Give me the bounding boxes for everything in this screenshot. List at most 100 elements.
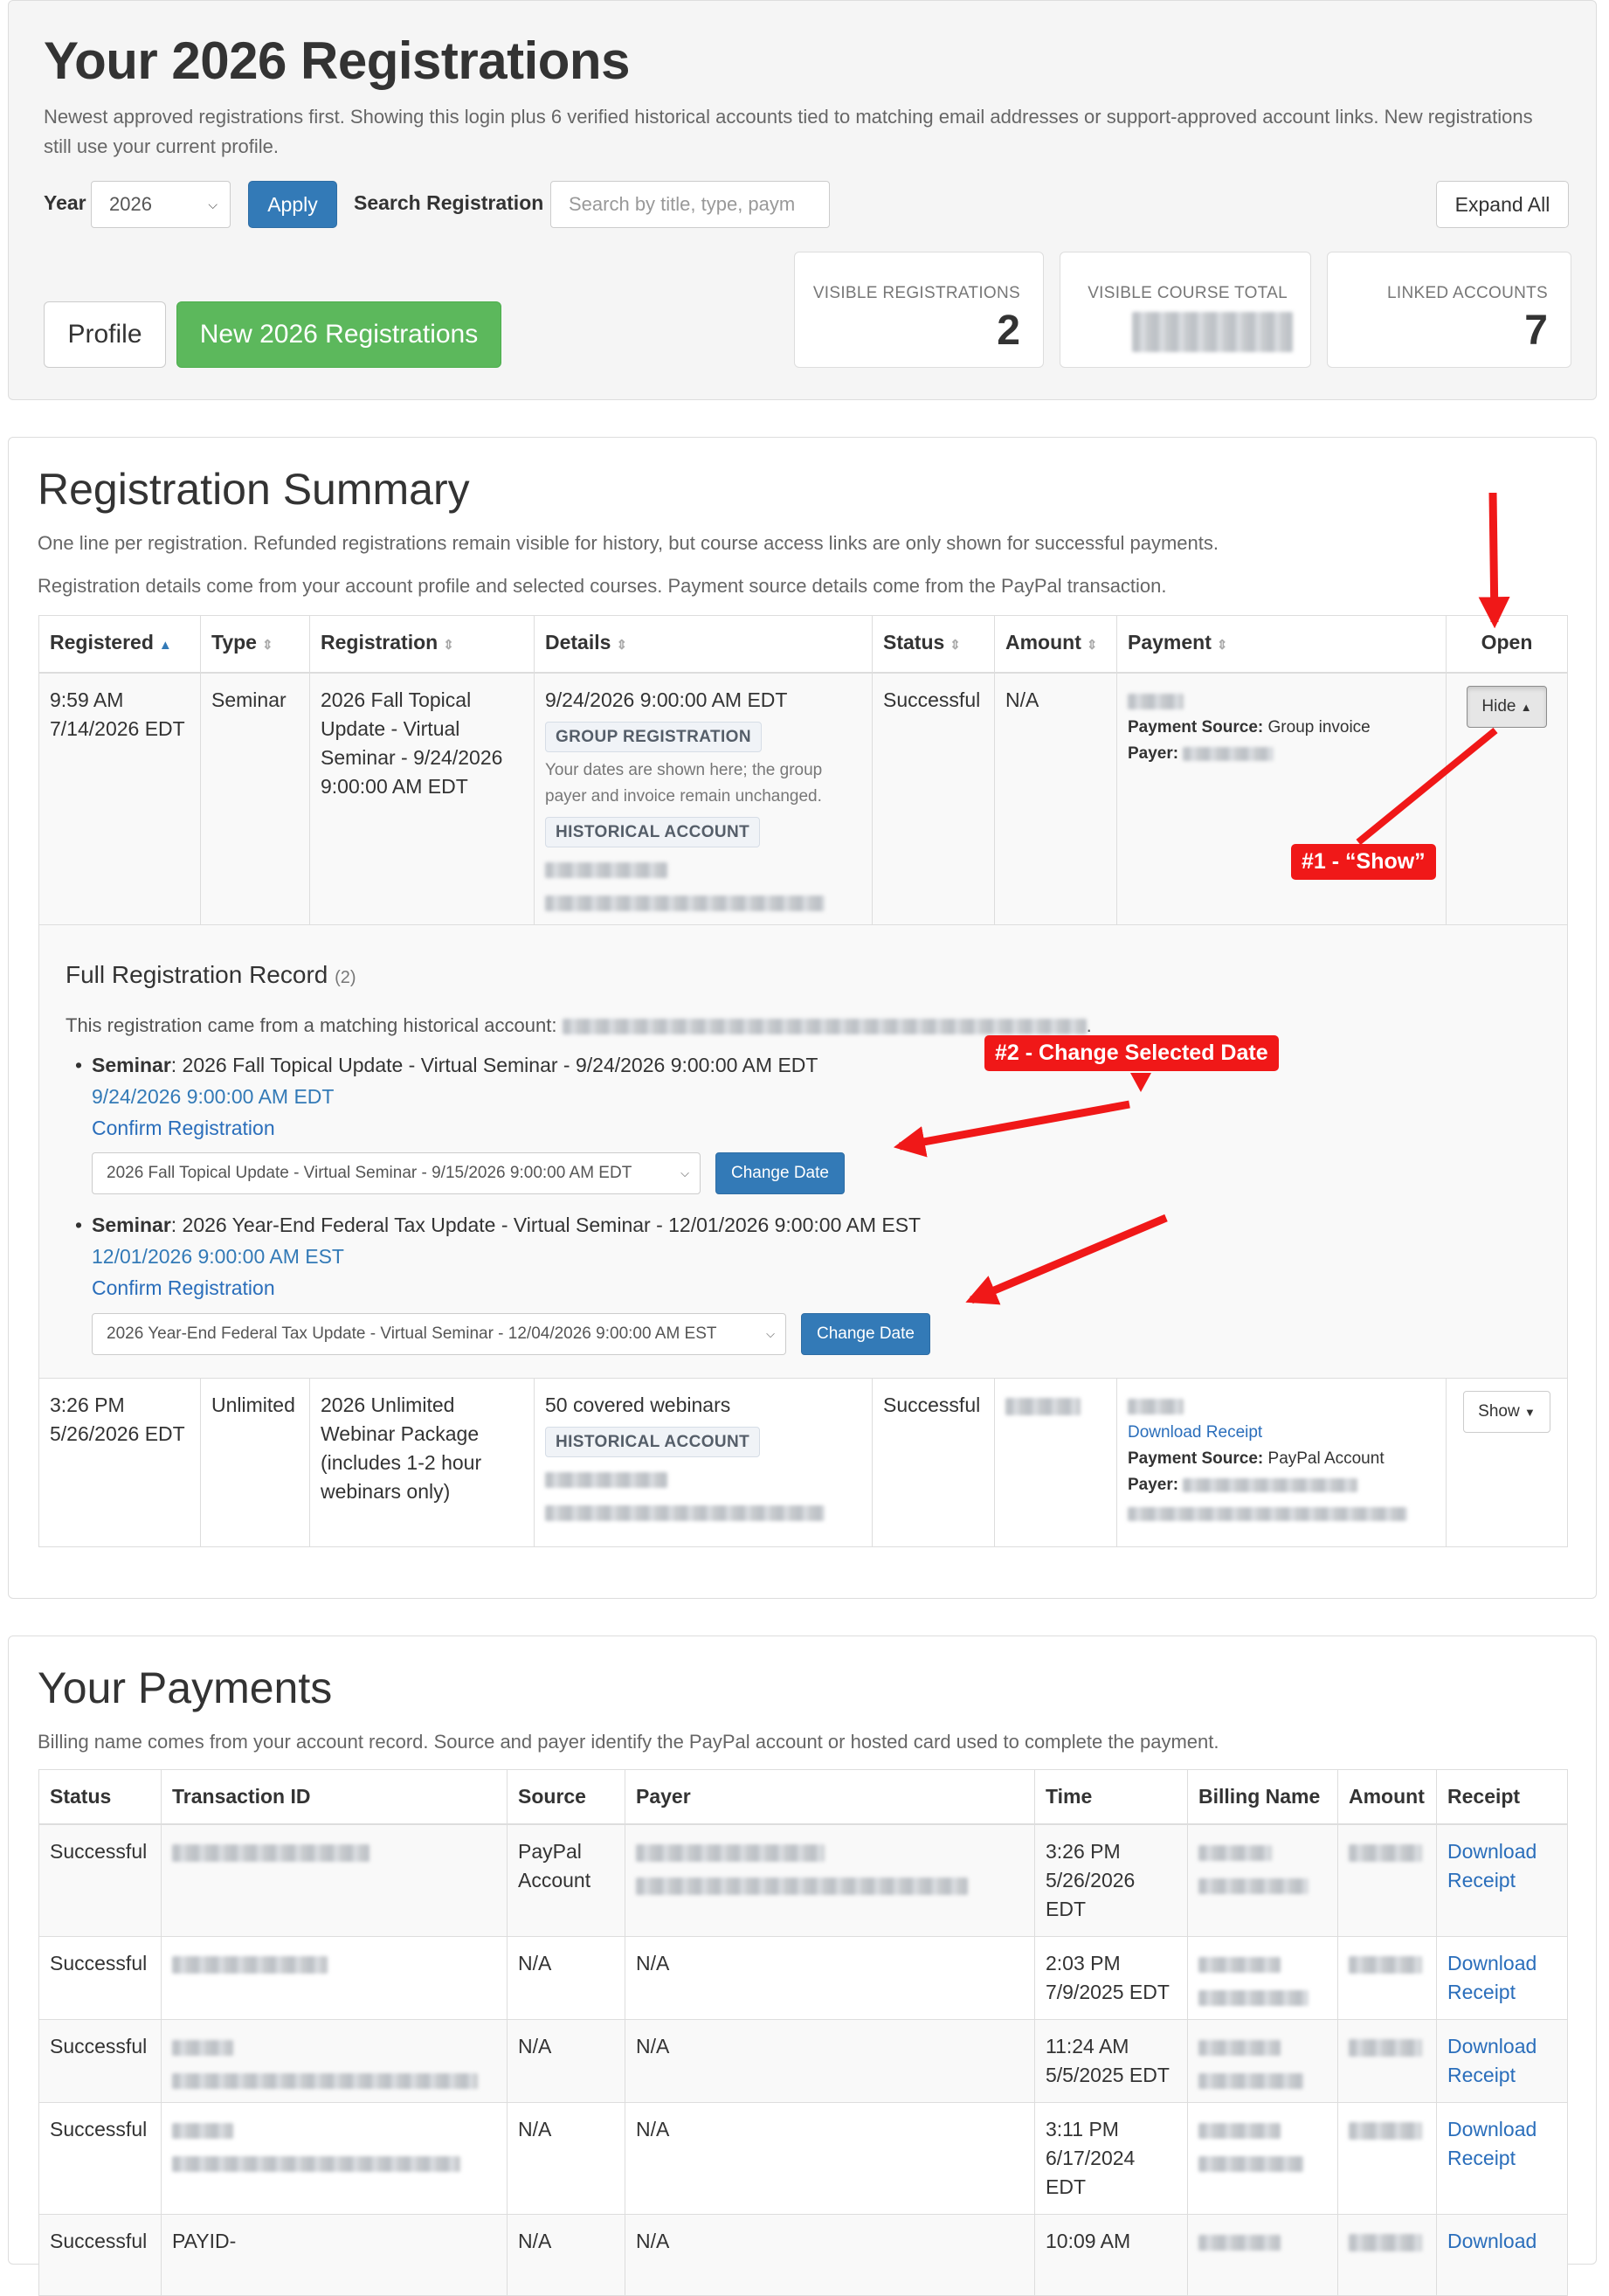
cell-type: Unlimited: [200, 1378, 310, 1547]
date-select[interactable]: 2026 Fall Topical Update - Virtual Semin…: [92, 1152, 701, 1194]
record-note: This registration came from a matching h…: [66, 1014, 1092, 1036]
payment-receipt: Download Receipt: [1436, 1823, 1568, 1937]
registrations-header-panel: Your 2026 Registrations Newest approved …: [8, 0, 1597, 400]
record-item-title: : 2026 Year-End Federal Tax Update - Vir…: [170, 1214, 922, 1236]
apply-button[interactable]: Apply: [248, 181, 337, 228]
cell-status: Successful: [872, 1378, 995, 1547]
cell-status: Successful: [872, 672, 995, 925]
details-note: Your dates are shown here; the group pay…: [545, 761, 823, 806]
new-registrations-button[interactable]: New 2026 Registrations: [176, 301, 501, 368]
expand-all-button[interactable]: Expand All: [1436, 181, 1569, 228]
payment-transaction-id: [161, 2102, 508, 2215]
table-row: Successful N/A N/A 3:11 PM 6/17/2024 EDT…: [38, 2102, 1568, 2215]
table-row: 3:26 PM 5/26/2026 EDT Unlimited 2026 Unl…: [38, 1378, 1568, 1547]
col-billing-name: Billing Name: [1187, 1769, 1338, 1825]
payments-title: Your Payments: [38, 1663, 333, 1712]
payment-receipt: Download: [1436, 2214, 1568, 2296]
historical-account-badge: HISTORICAL ACCOUNT: [545, 817, 761, 847]
download-receipt-link[interactable]: Download Receipt: [1128, 1423, 1262, 1442]
redacted-account-link: [562, 1019, 1087, 1035]
registered-time: 9:59 AM: [50, 688, 124, 711]
redacted-account: [545, 854, 861, 912]
sort-icon: ▲︎: [158, 638, 172, 653]
annotation-callout-1: #1 - “Show”: [1291, 844, 1436, 880]
download-receipt-link[interactable]: Download Receipt: [1447, 1952, 1536, 2003]
payments-header-row: Status Transaction ID Source Payer Time …: [38, 1769, 1568, 1825]
record-count: (2): [335, 968, 356, 987]
caret-down-icon: ▼︎: [1523, 1406, 1536, 1419]
stat-linked-accounts: LINKED ACCOUNTS 7: [1327, 252, 1571, 368]
hide-toggle-button[interactable]: Hide ▲︎: [1467, 686, 1547, 728]
payment-source: PayPal Account: [1267, 1449, 1385, 1468]
payment-time: 3:26 PM 5/26/2026 EDT: [1034, 1823, 1188, 1937]
payment-billing-name: [1187, 1823, 1338, 1937]
sort-icon: ⇕: [443, 638, 454, 653]
table-header-row: Registered ▲︎ Type ⇕ Registration ⇕ Details…: [38, 615, 1568, 674]
download-receipt-link[interactable]: Download Receipt: [1447, 2118, 1536, 2169]
payment-transaction-id: PAYID-: [161, 2214, 508, 2296]
col-receipt: Receipt: [1436, 1769, 1568, 1825]
sort-icon: ⇕: [1216, 638, 1228, 653]
confirm-registration-link[interactable]: Confirm Registration: [92, 1274, 275, 1303]
search-label: Search Registration: [354, 191, 544, 214]
cell-registration: 2026 Unlimited Webinar Package (includes…: [309, 1378, 535, 1547]
payment-amount: [1337, 2102, 1437, 2215]
chevron-down-icon: ⌵: [208, 197, 218, 211]
change-date-button[interactable]: Change Date: [801, 1313, 930, 1355]
change-date-button[interactable]: Change Date: [715, 1152, 845, 1194]
download-receipt-link[interactable]: Download Receipt: [1447, 1840, 1536, 1891]
col-amount[interactable]: Amount ⇕: [994, 615, 1117, 674]
payments-table: Status Transaction ID Source Payer Time …: [38, 1769, 1568, 2296]
confirm-registration-link[interactable]: Confirm Registration: [92, 1114, 275, 1143]
record-item: • Seminar: 2026 Year-End Federal Tax Upda…: [74, 1214, 922, 1236]
col-details[interactable]: Details ⇕: [534, 615, 873, 674]
download-receipt-link[interactable]: Download Receipt: [1447, 2035, 1536, 2086]
record-item: • Seminar: 2026 Fall Topical Update - Vir…: [74, 1054, 818, 1076]
payment-time: 3:11 PM 6/17/2024 EDT: [1034, 2102, 1188, 2215]
payer-label: Payer:: [1128, 744, 1179, 763]
payment-payer: [625, 1823, 1035, 1937]
cell-amount: [994, 1378, 1117, 1547]
stat-visible-course-total: VISIBLE COURSE TOTAL: [1060, 252, 1311, 368]
profile-button[interactable]: Profile: [44, 301, 166, 368]
payment-time: 10:09 AM: [1034, 2214, 1188, 2296]
registration-table: Registered ▲︎ Type ⇕ Registration ⇕ Details…: [38, 615, 1568, 1547]
col-status[interactable]: Status ⇕: [872, 615, 995, 674]
year-select[interactable]: 2026 ⌵: [91, 181, 231, 228]
cell-open: Hide ▲︎: [1446, 672, 1568, 925]
payment-source-label: Payment Source:: [1128, 718, 1264, 737]
payer-label: Payer:: [1128, 1476, 1179, 1494]
registration-summary-panel: Registration Summary One line per regist…: [8, 437, 1597, 1599]
details-date: 9/24/2026 9:00:00 AM EDT: [545, 688, 788, 711]
col-payment[interactable]: Payment ⇕: [1116, 615, 1447, 674]
payment-status: Successful: [38, 1823, 162, 1937]
summary-title: Registration Summary: [38, 465, 470, 514]
search-input[interactable]: Search by title, type, paym: [550, 181, 830, 228]
registered-time: 3:26 PM: [50, 1394, 125, 1416]
payment-source-label: Payment Source:: [1128, 1449, 1264, 1468]
payment-receipt: Download Receipt: [1436, 2019, 1568, 2103]
payment-payer: N/A: [625, 2214, 1035, 2296]
col-type[interactable]: Type ⇕: [200, 615, 310, 674]
table-row: Successful PayPal Account 3:26 PM 5/26/2…: [38, 1823, 1568, 1937]
date-select[interactable]: 2026 Year-End Federal Tax Update - Virtu…: [92, 1313, 786, 1355]
table-row: Successful PAYID- N/A N/A 10:09 AM Downl…: [38, 2214, 1568, 2296]
stat-value: 7: [1524, 308, 1548, 354]
show-toggle-button[interactable]: Show ▼︎: [1463, 1391, 1550, 1433]
registered-date: 5/26/2026 EDT: [50, 1422, 185, 1445]
payment-status: Successful: [38, 1936, 162, 2020]
payment-amount: [1337, 1823, 1437, 1937]
payment-receipt: Download Receipt: [1436, 1936, 1568, 2020]
col-registration[interactable]: Registration ⇕: [309, 615, 535, 674]
col-transaction-id: Transaction ID: [161, 1769, 508, 1825]
payment-amount: [1337, 1936, 1437, 2020]
download-receipt-link[interactable]: Download: [1447, 2230, 1536, 2252]
record-item-kind: Seminar: [92, 1214, 171, 1236]
details-text: 50 covered webinars: [545, 1394, 731, 1416]
col-registered[interactable]: Registered ▲︎: [38, 615, 201, 674]
cell-registered: 9:59 AM 7/14/2026 EDT: [38, 672, 201, 925]
stat-label: VISIBLE COURSE TOTAL: [1088, 284, 1288, 302]
payment-status: Successful: [38, 2019, 162, 2103]
cell-type: Seminar: [200, 672, 310, 925]
cell-payment: Payment Source: Group invoice Payer:: [1116, 672, 1447, 925]
